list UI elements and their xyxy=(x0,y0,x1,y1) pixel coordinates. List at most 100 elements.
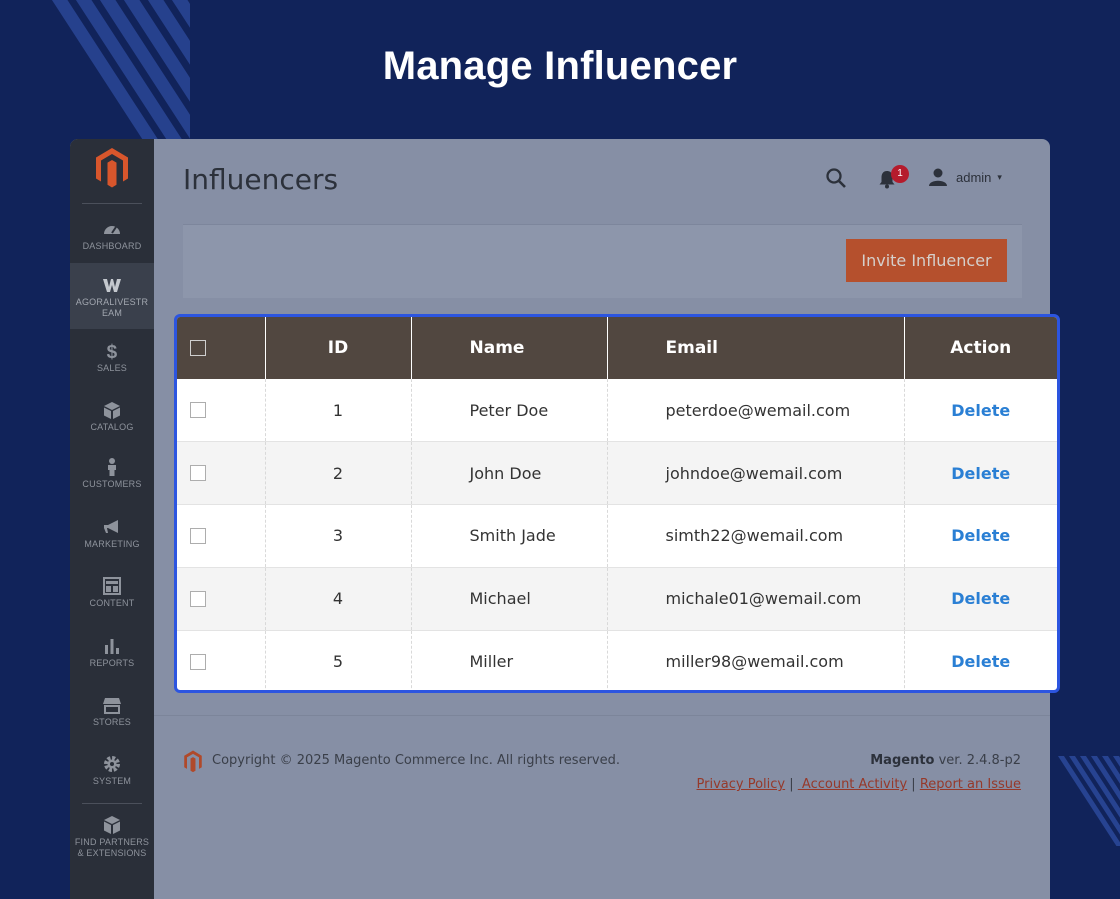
select-all-checkbox[interactable] xyxy=(190,340,206,356)
gear-icon xyxy=(104,756,120,772)
hero-heading: Manage Influencer xyxy=(382,44,738,88)
sidebar-item-content[interactable]: CONTENT xyxy=(70,576,154,609)
sidebar-item-label: CONTENT xyxy=(89,598,135,608)
magento-footer-logo xyxy=(184,750,202,773)
agora-w-icon xyxy=(103,279,121,292)
user-name: admin xyxy=(956,169,992,185)
bar-chart-icon xyxy=(105,639,119,654)
link-separator: | xyxy=(907,777,920,792)
table-header-row: ID Name Email Action xyxy=(177,317,1057,379)
row-checkbox[interactable] xyxy=(190,590,206,607)
column-header-name[interactable]: Name xyxy=(411,317,608,379)
row-select-cell xyxy=(177,629,266,690)
cell-name: Smith Jade xyxy=(411,504,608,568)
row-select-cell xyxy=(177,504,266,568)
dollar-icon: $ xyxy=(107,342,118,361)
brand-name: Magento xyxy=(870,753,935,768)
cell-name: John Doe xyxy=(411,441,608,505)
privacy-policy-link[interactable]: Privacy Policy xyxy=(697,777,786,792)
cell-id: 1 xyxy=(265,379,412,442)
delete-link[interactable]: Delete xyxy=(951,526,1010,545)
influencer-table-card: ID Name Email Action 1 Peter Doe peterdo… xyxy=(174,314,1060,693)
influencer-table: ID Name Email Action 1 Peter Doe peterdo… xyxy=(177,317,1057,690)
person-icon xyxy=(108,458,116,476)
row-select-cell xyxy=(177,379,266,442)
decorative-stripes-bottom-right xyxy=(1045,756,1120,846)
cell-email: simth22@wemail.com xyxy=(607,504,905,568)
link-separator: | xyxy=(785,777,798,792)
sidebar-item-label: CATALOG xyxy=(90,422,134,432)
notification-badge[interactable]: 1 xyxy=(891,165,909,183)
row-checkbox[interactable] xyxy=(190,465,206,482)
sidebar-item-customers[interactable]: CUSTOMERS xyxy=(70,457,154,490)
copyright-text: Copyright © 2025 Magento Commerce Inc. A… xyxy=(212,753,620,768)
sidebar-item-label: STORES xyxy=(92,717,132,727)
delete-link[interactable]: Delete xyxy=(951,401,1010,420)
sidebar-item-dashboard[interactable]: DASHBOARD xyxy=(70,219,154,257)
cell-email: miller98@wemail.com xyxy=(607,629,905,690)
delete-link[interactable]: Delete xyxy=(951,464,1010,483)
version-text: Magento ver. 2.4.8-p2 xyxy=(870,753,1021,768)
report-issue-link[interactable]: Report an Issue xyxy=(920,777,1021,792)
invite-influencer-button[interactable]: Invite Influencer xyxy=(846,239,1007,282)
cell-action: Delete xyxy=(904,566,1057,630)
sidebar-item-stores[interactable]: STORES xyxy=(70,695,154,728)
sidebar-item-reports[interactable]: REPORTS xyxy=(70,636,154,669)
table-row: 4 Michael michale01@wemail.com Delete xyxy=(177,566,1057,630)
table-row: 5 Miller miller98@wemail.com Delete xyxy=(177,629,1057,690)
column-header-id[interactable]: ID xyxy=(265,317,412,379)
sidebar-item-label: CUSTOMERS xyxy=(82,479,142,489)
chevron-down-icon: ▾ xyxy=(997,171,1002,182)
store-icon xyxy=(103,698,121,714)
cell-email: johndoe@wemail.com xyxy=(607,441,905,505)
cell-id: 2 xyxy=(265,441,412,505)
sidebar-item-catalog[interactable]: CATALOG xyxy=(70,400,154,433)
sidebar-item-agoralivestream[interactable]: AGORALIVESTR EAM xyxy=(70,263,154,329)
sidebar-item-label: SYSTEM xyxy=(92,776,132,786)
footer-divider xyxy=(154,715,1050,716)
version-number: ver. 2.4.8-p2 xyxy=(934,753,1021,768)
sidebar-item-label: EAM xyxy=(101,308,123,318)
cubes-icon xyxy=(104,816,120,834)
user-icon xyxy=(929,168,947,186)
cell-email: peterdoe@wemail.com xyxy=(607,379,905,442)
cell-name: Peter Doe xyxy=(411,379,608,442)
search-icon[interactable] xyxy=(825,167,847,189)
cell-name: Michael xyxy=(411,566,608,630)
sidebar-item-label: FIND PARTNERS xyxy=(74,837,150,847)
magento-logo[interactable] xyxy=(94,147,130,189)
row-checkbox[interactable] xyxy=(190,402,206,419)
sidebar-item-label: & EXTENSIONS xyxy=(77,848,147,858)
cell-action: Delete xyxy=(904,441,1057,505)
sidebar-item-marketing[interactable]: MARKETING xyxy=(70,517,154,550)
table-row: 3 Smith Jade simth22@wemail.com Delete xyxy=(177,504,1057,568)
column-header-email[interactable]: Email xyxy=(607,317,905,379)
table-row: 2 John Doe johndoe@wemail.com Delete xyxy=(177,441,1057,505)
box-icon xyxy=(104,402,120,419)
user-menu[interactable]: admin ▾ xyxy=(928,165,1002,189)
sidebar-divider xyxy=(82,203,142,204)
cell-action: Delete xyxy=(904,504,1057,568)
sidebar-item-system[interactable]: SYSTEM xyxy=(70,754,154,787)
sidebar-item-label: REPORTS xyxy=(89,658,135,668)
sidebar-item-label: SALES xyxy=(96,363,128,373)
delete-link[interactable]: Delete xyxy=(951,589,1010,608)
select-all-cell xyxy=(177,317,266,379)
dashboard-icon xyxy=(104,226,120,234)
row-select-cell xyxy=(177,566,266,630)
row-checkbox[interactable] xyxy=(190,527,206,544)
svg-text:$: $ xyxy=(107,342,118,361)
sidebar-item-partners[interactable]: FIND PARTNERS & EXTENSIONS xyxy=(70,815,154,859)
cell-email: michale01@wemail.com xyxy=(607,566,905,630)
page-title: Influencers xyxy=(183,163,339,196)
sidebar-item-sales[interactable]: $ SALES xyxy=(70,341,154,374)
row-select-cell xyxy=(177,441,266,505)
layout-icon xyxy=(103,577,121,595)
account-activity-link[interactable]: Account Activity xyxy=(798,777,907,792)
row-checkbox[interactable] xyxy=(190,653,206,670)
footer-links: Privacy Policy | Account Activity | Repo… xyxy=(697,777,1021,792)
sidebar-item-label: MARKETING xyxy=(84,539,140,549)
delete-link[interactable]: Delete xyxy=(951,652,1010,671)
megaphone-icon xyxy=(104,520,118,533)
cell-id: 3 xyxy=(265,504,412,568)
